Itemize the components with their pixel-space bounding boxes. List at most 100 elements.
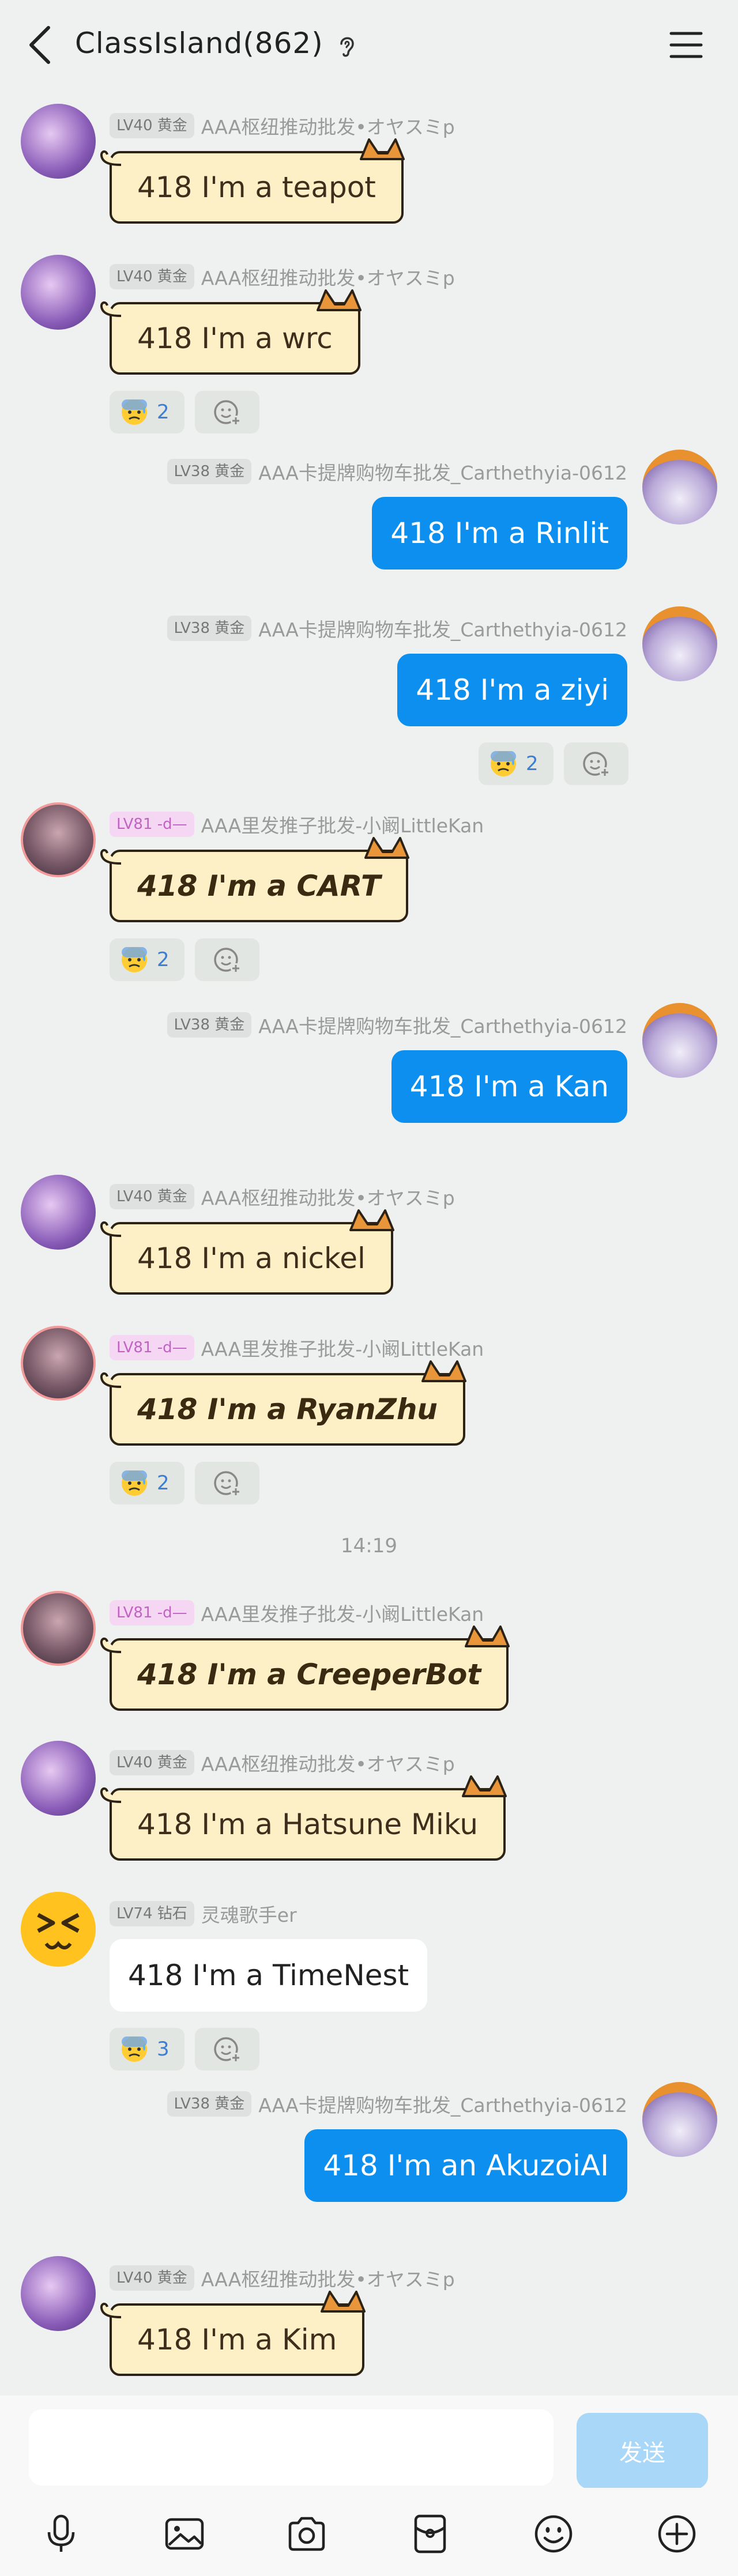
message-text: 418 I'm a Kan: [409, 1070, 609, 1103]
add-reaction-button[interactable]: [564, 742, 628, 785]
reaction-chip[interactable]: 2: [110, 938, 184, 981]
sender-name[interactable]: AAA枢纽推动批发•オヤスミp: [201, 263, 455, 291]
avatar[interactable]: [21, 2256, 96, 2331]
reaction-chip[interactable]: 2: [110, 1462, 184, 1504]
sender-name[interactable]: AAA卡提牌购物车批发_Carthethyia-0612: [258, 2090, 627, 2118]
message-bubble[interactable]: 418 I'm a Hatsune Miku: [100, 1775, 507, 1861]
timestamp-divider: 14:19: [341, 1534, 397, 1557]
avatar[interactable]: [21, 1892, 96, 1967]
cat-tail-icon: [100, 150, 122, 166]
sender-name[interactable]: AAA里发推子批发-小阚LittleKan: [201, 1334, 484, 1361]
reaction-chip[interactable]: 3: [110, 2028, 184, 2070]
group-title: ClassIsland(862): [75, 27, 323, 60]
avatar[interactable]: [21, 104, 96, 179]
avatar[interactable]: [21, 1326, 96, 1401]
image-icon: [165, 2518, 204, 2550]
message-input[interactable]: [29, 2409, 554, 2486]
level-badge: LV74 钻石: [110, 1901, 194, 1926]
avatar[interactable]: [21, 1175, 96, 1250]
reaction-row: 2: [110, 1462, 259, 1504]
sender-meta: LV38 黄金 AAA卡提牌购物车批发_Carthethyia-0612: [167, 614, 627, 642]
level-badge: LV40 黄金: [110, 2265, 194, 2291]
avatar[interactable]: [21, 1591, 96, 1666]
sender-name[interactable]: AAA枢纽推动批发•オヤスミp: [201, 1183, 455, 1210]
sender-meta: LV38 黄金 AAA卡提牌购物车批发_Carthethyia-0612: [167, 458, 627, 485]
reaction-chip[interactable]: 2: [479, 742, 554, 785]
level-badge: LV38 黄金: [167, 2091, 252, 2117]
reaction-count: 2: [526, 752, 539, 775]
sender-meta: LV40 黄金 AAA枢纽推动批发•オヤスミp: [110, 263, 455, 291]
message-bubble[interactable]: 418 I'm a nickel: [100, 1209, 394, 1295]
hamburger-menu-icon[interactable]: [669, 29, 703, 61]
message-bubble[interactable]: 418 I'm a wrc: [100, 289, 362, 375]
add-reaction-button[interactable]: [195, 938, 259, 981]
add-emoji-icon: [583, 752, 610, 778]
sender-meta: LV38 黄金 AAA卡提牌购物车批发_Carthethyia-0612: [167, 2090, 627, 2118]
message-bubble[interactable]: 418 I'm a Kan: [391, 1050, 627, 1123]
message-bubble[interactable]: 418 I'm an AkuzoiAI: [304, 2129, 627, 2202]
level-badge: LV40 黄金: [110, 113, 194, 138]
message-bubble[interactable]: 418 I'm a CART: [100, 837, 410, 922]
camera-button[interactable]: [284, 2511, 330, 2557]
squint-face-icon: [37, 1913, 80, 1949]
level-badge: LV38 黄金: [167, 616, 252, 641]
plus-icon: [658, 2515, 696, 2553]
cat-tail-icon: [100, 1372, 122, 1388]
avatar[interactable]: [21, 255, 96, 330]
level-badge: LV38 黄金: [167, 1012, 252, 1038]
image-button[interactable]: [161, 2511, 208, 2557]
emoji-button[interactable]: [530, 2511, 577, 2557]
add-reaction-button[interactable]: [195, 1462, 259, 1504]
message-text: 418 I'm a wrc: [137, 322, 333, 355]
ear-icon[interactable]: [336, 33, 359, 59]
avatar[interactable]: [21, 1741, 96, 1816]
reaction-row: 3: [110, 2028, 259, 2070]
reaction-chip[interactable]: 2: [110, 391, 184, 433]
chevron-left-icon[interactable]: [23, 22, 58, 68]
message-text: 418 I'm a CART: [137, 869, 381, 903]
sender-name[interactable]: 灵魂歌手er: [201, 1900, 297, 1928]
avatar[interactable]: [642, 450, 717, 525]
send-button[interactable]: 发送: [577, 2413, 708, 2489]
message-text: 418 I'm a Rinlit: [390, 516, 609, 550]
avatar[interactable]: [642, 2082, 717, 2157]
message-bubble[interactable]: 418 I'm a ziyi: [397, 654, 627, 726]
voice-button[interactable]: [38, 2511, 84, 2557]
message-bubble[interactable]: 418 I'm a RyanZhu: [100, 1360, 467, 1446]
sender-name[interactable]: AAA里发推子批发-小阚LittleKan: [201, 1599, 484, 1627]
anxious-sweat-face-icon: [122, 2036, 147, 2062]
message-bubble[interactable]: 418 I'm a CreeperBot: [100, 1625, 510, 1711]
add-reaction-button[interactable]: [195, 391, 259, 433]
avatar[interactable]: [21, 802, 96, 877]
add-reaction-button[interactable]: [195, 2028, 259, 2070]
microphone-icon: [47, 2514, 75, 2552]
message-bubble[interactable]: 418 I'm a TimeNest: [110, 1939, 428, 2012]
message-text: 418 I'm an AkuzoiAI: [323, 2149, 609, 2182]
level-badge: LV40 黄金: [110, 1184, 194, 1209]
message-bubble[interactable]: 418 I'm a teapot: [100, 138, 405, 224]
cat-ears-icon: [465, 1625, 510, 1647]
message-bubble[interactable]: 418 I'm a Rinlit: [372, 497, 627, 569]
avatar[interactable]: [642, 606, 717, 681]
anxious-sweat-face-icon: [491, 751, 516, 776]
sender-meta: LV38 黄金 AAA卡提牌购物车批发_Carthethyia-0612: [167, 1011, 627, 1039]
sender-name[interactable]: AAA卡提牌购物车批发_Carthethyia-0612: [258, 458, 627, 485]
more-button[interactable]: [654, 2511, 700, 2557]
message-bubble[interactable]: 418 I'm a Kim: [100, 2291, 366, 2376]
sender-name[interactable]: AAA里发推子批发-小阚LittleKan: [201, 810, 484, 838]
cat-ears-icon: [462, 1775, 507, 1797]
sender-name[interactable]: AAA卡提牌购物车批发_Carthethyia-0612: [258, 614, 627, 642]
message-list[interactable]: LV40 黄金 AAA枢纽推动批发•オヤスミp 418 I'm a teapot…: [0, 92, 738, 2396]
reaction-row: 2: [110, 391, 259, 433]
sender-name[interactable]: AAA枢纽推动批发•オヤスミp: [201, 2264, 455, 2292]
sender-name[interactable]: AAA枢纽推动批发•オヤスミp: [201, 1749, 455, 1777]
avatar[interactable]: [642, 1003, 717, 1078]
cat-tail-icon: [100, 301, 122, 317]
sender-name[interactable]: AAA枢纽推动批发•オヤスミp: [201, 112, 455, 139]
add-emoji-icon: [214, 1471, 241, 1497]
emoji-icon: [534, 2515, 573, 2553]
red-packet-button[interactable]: [407, 2511, 453, 2557]
cat-ears-icon: [364, 837, 410, 859]
message-text: 418 I'm a TimeNest: [128, 1959, 409, 1992]
sender-name[interactable]: AAA卡提牌购物车批发_Carthethyia-0612: [258, 1011, 627, 1039]
